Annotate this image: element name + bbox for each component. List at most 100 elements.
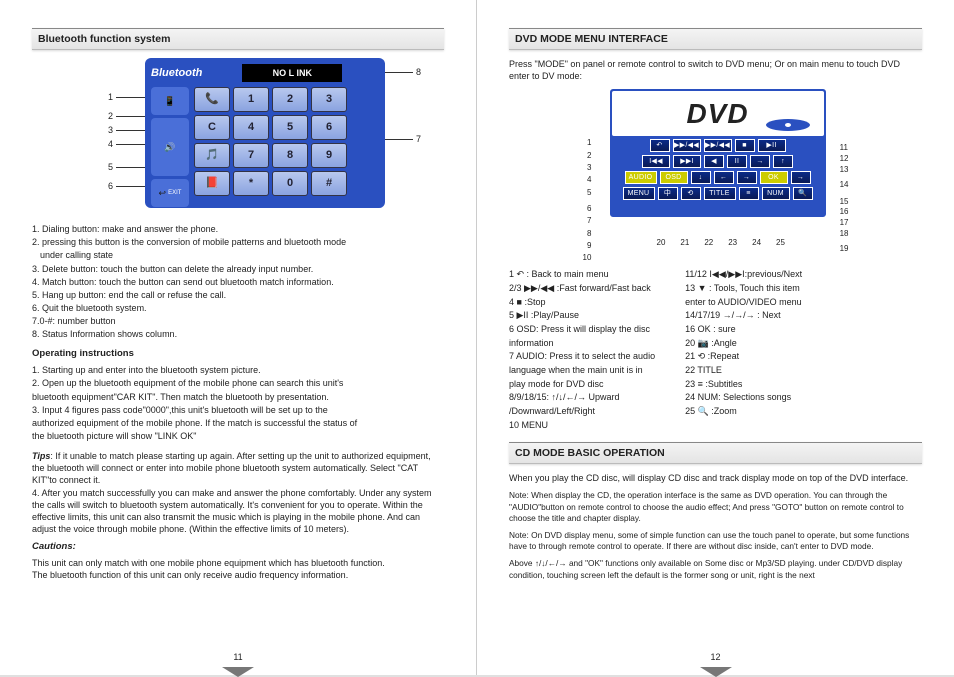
prev-button[interactable]: I◀◀ [642, 155, 670, 168]
key-5[interactable]: 5 [272, 115, 308, 140]
desc-line: 1. Dialing button: make and answer the p… [32, 223, 444, 235]
menu-button[interactable]: MENU [623, 187, 655, 200]
bluetooth-status: NO L INK [242, 64, 342, 82]
desc-line: 5. Hang up button: end the call or refus… [32, 289, 444, 301]
dvd-row-4: MENU 中 ⟲ TITLE ≡ NUM 🔍 [612, 187, 824, 200]
dvd-intro: Press "MODE" on panel or remote control … [509, 58, 922, 82]
repeat-button[interactable]: ⟲ [681, 187, 701, 200]
desc-line: under calling state [32, 249, 444, 261]
legend-col-right: 11/12 I◀◀/▶▶I:previous/Next 13 ▼ : Tools… [685, 268, 802, 432]
exit-icon: ↩EXIT [151, 179, 189, 207]
legend-col-left: 1 ↶ : Back to main menu 2/3 ▶▶/◀◀ :Fast … [509, 268, 655, 432]
dvd-logo-text: DVD [686, 95, 748, 133]
cd-note-2: Note: On DVD display menu, some of simpl… [509, 530, 922, 552]
left-arrow-button[interactable]: ◀ [704, 155, 724, 168]
key-star[interactable]: * [233, 171, 269, 196]
hangup-button[interactable]: 📕 [194, 171, 230, 196]
cd-note-1: Note: When display the CD, the operation… [509, 490, 922, 524]
back-button[interactable]: ↶ [650, 139, 670, 152]
up-button[interactable]: ↑ [773, 155, 793, 168]
key-7[interactable]: 7 [233, 143, 269, 168]
title-button[interactable]: TITLE [704, 187, 736, 200]
page-12: DVD MODE MENU INTERFACE Press "MODE" on … [477, 0, 954, 675]
tips-block: Tips: If it unable to match please start… [32, 450, 444, 535]
subtitles-button[interactable]: ≡ [739, 187, 759, 200]
op-line: bluetooth equipment"CAR KIT". Then match… [32, 391, 444, 403]
op-line: the bluetooth picture will show "LINK OK… [32, 430, 444, 442]
dial-button[interactable]: 📞 [194, 87, 230, 112]
cautions-text: This unit can only match with one mobile… [32, 557, 444, 581]
match-button[interactable]: 🎵 [194, 143, 230, 168]
cd-intro: When you play the CD disc, will display … [509, 472, 922, 484]
operating-instructions-head: Operating instructions [32, 348, 444, 361]
dvd-bottom-numbers: 202122232425 [657, 238, 785, 249]
ff-button[interactable]: ▶▶/◀◀ [673, 139, 701, 152]
key-4[interactable]: 4 [233, 115, 269, 140]
dvd-row-3: AUDIO OSD ↓ ← → OK → [612, 171, 824, 184]
page-11: Bluetooth function system 1 2 3 4 5 6 8 … [0, 0, 477, 675]
key-8[interactable]: 8 [272, 143, 308, 168]
dvd-legend: 1 ↶ : Back to main menu 2/3 ▶▶/◀◀ :Fast … [509, 268, 922, 432]
bluetooth-desc-list: 1. Dialing button: make and answer the p… [32, 223, 444, 340]
dvd-panel: DVD ↶ ▶▶/◀◀ ▶▶/◀◀ ■ ▶II I◀◀ ▶▶I ◀ II → ↑ [609, 88, 827, 218]
ok-button[interactable]: OK [760, 171, 788, 184]
bluetooth-panel: Bluetooth NO L INK 📱 🔊 ↩EXIT 📞 1 2 3 C 4… [145, 58, 385, 208]
next-arrow-button[interactable]: → [750, 155, 770, 168]
bluetooth-title: Bluetooth [151, 66, 202, 81]
cd-section-title: CD MODE BASIC OPERATION [509, 442, 922, 464]
audio-button[interactable]: AUDIO [625, 171, 657, 184]
stop-button[interactable]: ■ [735, 139, 755, 152]
cd-note-3: Above ↑/↓/←/→ and "OK" functions only av… [509, 558, 922, 580]
op-line: authorized equipment of the mobile phone… [32, 417, 444, 429]
callout-7: 7 [383, 133, 421, 145]
key-hash[interactable]: # [311, 171, 347, 196]
dvd-logo-area: DVD [612, 91, 824, 136]
zoom-button[interactable]: 🔍 [793, 187, 813, 200]
dvd-left-numbers: 12345 678910 [583, 138, 592, 263]
key-9[interactable]: 9 [311, 143, 347, 168]
op-line: 1. Starting up and enter into the blueto… [32, 364, 444, 376]
desc-line: 3. Delete button: touch the button can d… [32, 263, 444, 275]
sound-icon: 🔊 [151, 118, 189, 176]
page-number: 11 [233, 651, 242, 663]
bluetooth-keypad: 📞 1 2 3 C 4 5 6 🎵 7 8 9 📕 * 0 # [194, 87, 347, 207]
page-number: 12 [710, 651, 720, 663]
fb-button[interactable]: ▶▶/◀◀ [704, 139, 732, 152]
right-button[interactable]: → [737, 171, 757, 184]
osd-button[interactable]: OSD [660, 171, 688, 184]
desc-line: 8. Status Information shows column. [32, 328, 444, 340]
key-3[interactable]: 3 [311, 87, 347, 112]
left-button[interactable]: ← [714, 171, 734, 184]
op-line: 2. Open up the bluetooth equipment of th… [32, 377, 444, 389]
cautions-head: Cautions: [32, 541, 444, 554]
next2-button[interactable]: → [791, 171, 811, 184]
delete-button[interactable]: C [194, 115, 230, 140]
dvd-diagram: 12345 678910 111213 14 15161718 19 DVD ↶… [531, 88, 901, 260]
tools-button[interactable]: II [727, 155, 747, 168]
desc-line: 6. Quit the bluetooth system. [32, 302, 444, 314]
desc-line: 2. pressing this button is the conversio… [32, 236, 444, 248]
dvd-row-1: ↶ ▶▶/◀◀ ▶▶/◀◀ ■ ▶II [612, 139, 824, 152]
next-button[interactable]: ▶▶I [673, 155, 701, 168]
num-button[interactable]: NUM [762, 187, 790, 200]
key-2[interactable]: 2 [272, 87, 308, 112]
disc-icon [766, 119, 810, 131]
angle-button[interactable]: 中 [658, 187, 678, 200]
bluetooth-icon-column: 📱 🔊 ↩EXIT [151, 87, 189, 207]
tips-head: Tips [32, 451, 50, 461]
down-button[interactable]: ↓ [691, 171, 711, 184]
key-6[interactable]: 6 [311, 115, 347, 140]
op-line: 3. Input 4 figures pass code"0000",this … [32, 404, 444, 416]
dvd-row-2: I◀◀ ▶▶I ◀ II → ↑ [612, 155, 824, 168]
operating-instructions: 1. Starting up and enter into the blueto… [32, 364, 444, 442]
dvd-section-title: DVD MODE MENU INTERFACE [509, 28, 922, 50]
dvd-right-numbers: 111213 14 15161718 19 [840, 143, 849, 254]
bluetooth-section-title: Bluetooth function system [32, 28, 444, 50]
page-arrow-icon [700, 667, 732, 677]
play-pause-button[interactable]: ▶II [758, 139, 786, 152]
key-1[interactable]: 1 [233, 87, 269, 112]
phone-device-icon: 📱 [151, 87, 189, 115]
page-arrow-icon [222, 667, 254, 677]
bluetooth-diagram: 1 2 3 4 5 6 8 7 Bluetooth NO L INK 📱 🔊 ↩… [53, 58, 423, 213]
key-0[interactable]: 0 [272, 171, 308, 196]
